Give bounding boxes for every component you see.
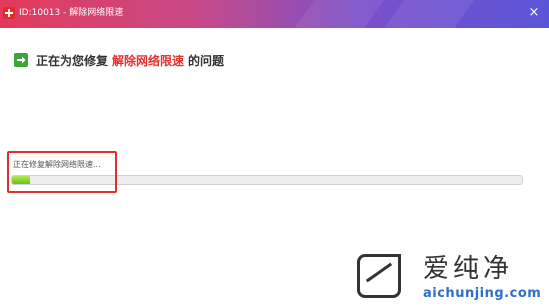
watermark-logo-icon	[357, 254, 401, 298]
close-button[interactable]: ×	[527, 5, 541, 21]
heading: 正在为您修复 解除网络限速 的问题	[14, 52, 224, 68]
title-bar: ID:10013 - 解除网络限速 ×	[0, 0, 549, 28]
watermark: 爱纯净 aichunjing.com	[349, 246, 549, 307]
heading-suffix: 的问题	[188, 53, 225, 68]
window-title: ID:10013 - 解除网络限速	[19, 8, 124, 18]
green-arrow-right-icon	[14, 53, 28, 67]
heading-highlight: 解除网络限速	[112, 53, 185, 68]
watermark-brand: 爱纯净	[423, 254, 514, 284]
title-bar-decoration	[278, 0, 392, 28]
title-bar-decoration	[368, 0, 482, 28]
heading-text: 正在为您修复 解除网络限速 的问题	[36, 52, 224, 69]
watermark-url: aichunjing.com	[423, 286, 542, 301]
heading-prefix: 正在为您修复	[36, 53, 109, 68]
app-icon	[3, 7, 15, 19]
annotation-highlight-box	[7, 151, 117, 193]
